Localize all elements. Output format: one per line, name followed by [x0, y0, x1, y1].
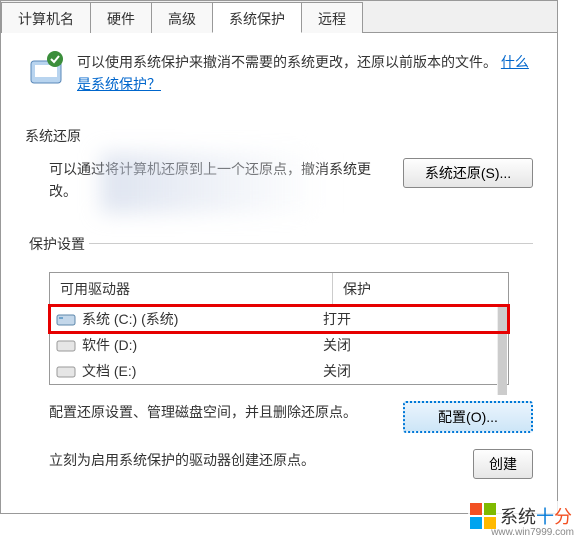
column-header-status[interactable]: 保护	[333, 273, 508, 305]
drive-status: 关闭	[323, 335, 508, 355]
drive-icon	[56, 337, 76, 353]
create-button[interactable]: 创建	[473, 449, 533, 479]
tab-advanced[interactable]: 高级	[151, 2, 213, 33]
drive-status: 关闭	[323, 361, 508, 381]
drive-icon	[56, 363, 76, 379]
drive-name: 系统 (C:) (系统)	[82, 309, 323, 329]
tab-remote[interactable]: 远程	[301, 2, 363, 33]
tab-system-protection[interactable]: 系统保护	[212, 2, 302, 33]
system-restore-heading: 系统还原	[25, 126, 533, 146]
drive-row-software-d[interactable]: 软件 (D:) 关闭	[50, 332, 508, 358]
system-protection-icon	[25, 51, 67, 93]
drive-status: 打开	[323, 309, 508, 329]
drive-name: 文档 (E:)	[82, 361, 323, 381]
watermark-url: www.win7999.com	[491, 527, 574, 538]
column-header-drive[interactable]: 可用驱动器	[50, 273, 333, 305]
create-description: 立刻为启用系统保护的驱动器创建还原点。	[49, 449, 315, 471]
drive-name: 软件 (D:)	[82, 335, 323, 355]
tab-bar: 计算机名 硬件 高级 系统保护 远程	[1, 1, 557, 33]
drive-list: 可用驱动器 保护 系统 (C:) (系统) 打开 软件 (D:) 关闭	[49, 272, 509, 385]
system-restore-button[interactable]: 系统还原(S)...	[403, 158, 533, 188]
protection-settings-heading: 保护设置	[25, 234, 89, 254]
drive-system-icon	[56, 311, 76, 327]
blurred-region	[101, 153, 321, 213]
tab-computer-name[interactable]: 计算机名	[1, 2, 91, 33]
tab-hardware[interactable]: 硬件	[90, 2, 152, 33]
drive-row-system-c[interactable]: 系统 (C:) (系统) 打开	[50, 306, 508, 332]
microsoft-logo-icon	[470, 503, 496, 529]
configure-button[interactable]: 配置(O)...	[403, 401, 533, 433]
drive-row-documents-e[interactable]: 文档 (E:) 关闭	[50, 358, 508, 384]
intro-text: 可以使用系统保护来撤消不需要的系统更改，还原以前版本的文件。 什么是系统保护？	[77, 51, 533, 96]
watermark-text: 系统十分	[500, 503, 572, 529]
configure-description: 配置还原设置、管理磁盘空间，并且删除还原点。	[49, 401, 357, 423]
